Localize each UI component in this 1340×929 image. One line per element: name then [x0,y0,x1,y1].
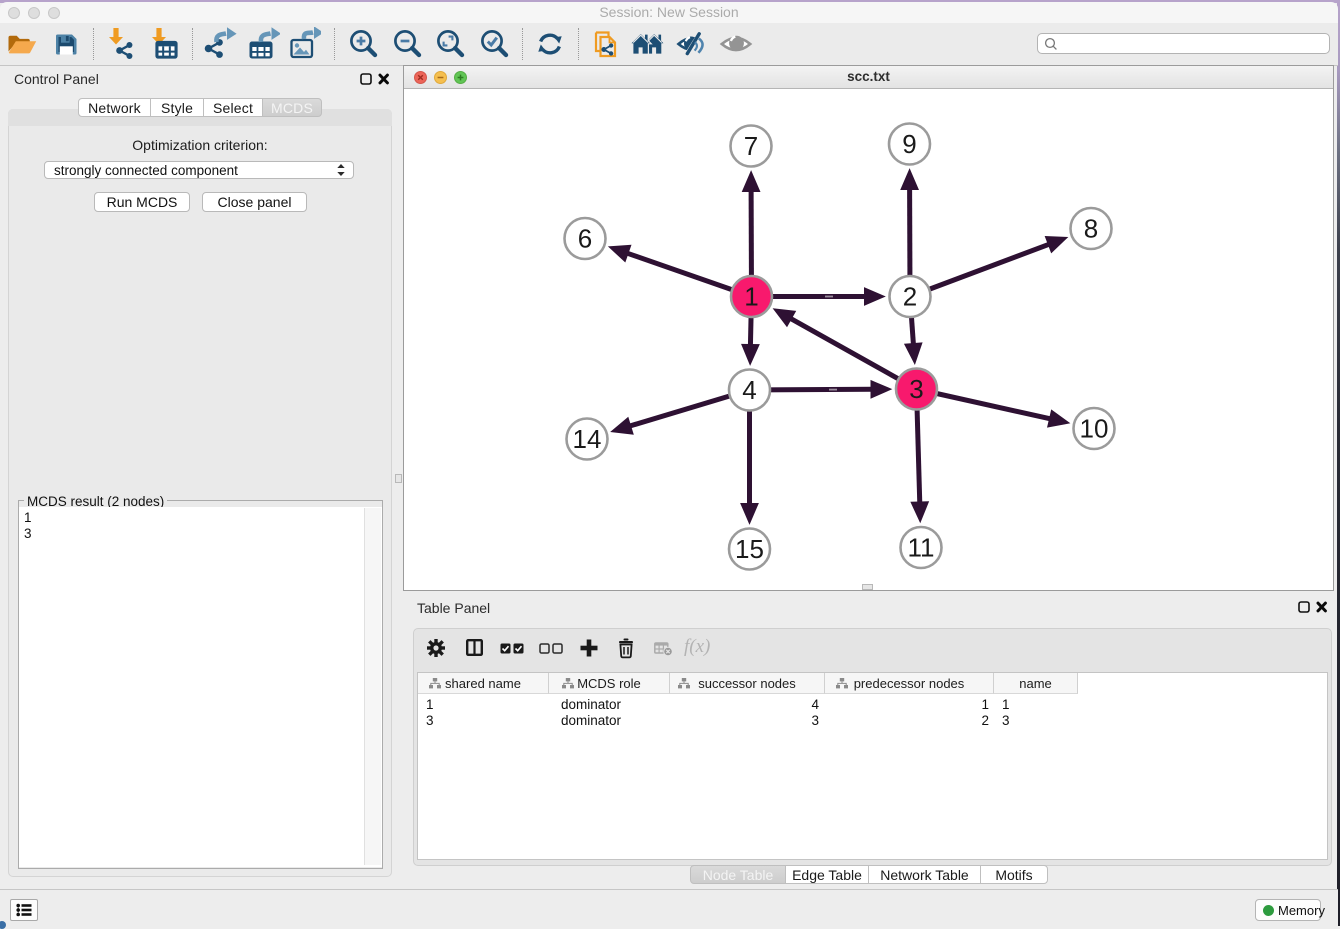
svg-text:7: 7 [744,131,758,161]
svg-text:15: 15 [735,534,764,564]
svg-text:11: 11 [908,533,935,563]
svg-text:6: 6 [578,224,592,254]
svg-text:10: 10 [1080,414,1109,444]
svg-text:2: 2 [903,282,917,312]
svg-text:9: 9 [902,129,916,159]
svg-text:3: 3 [909,374,923,404]
svg-text:14: 14 [573,424,602,454]
svg-text:8: 8 [1084,214,1098,244]
svg-text:1: 1 [744,282,758,312]
svg-text:4: 4 [742,375,756,405]
